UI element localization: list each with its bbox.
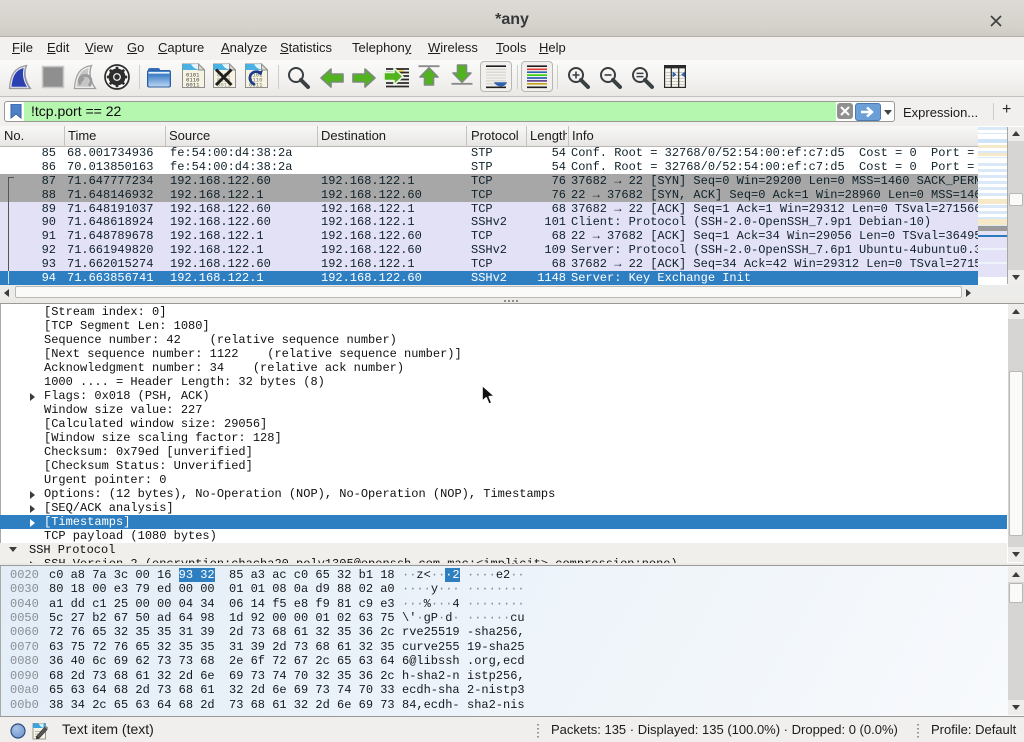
svg-text:0011: 0011 (186, 82, 200, 89)
